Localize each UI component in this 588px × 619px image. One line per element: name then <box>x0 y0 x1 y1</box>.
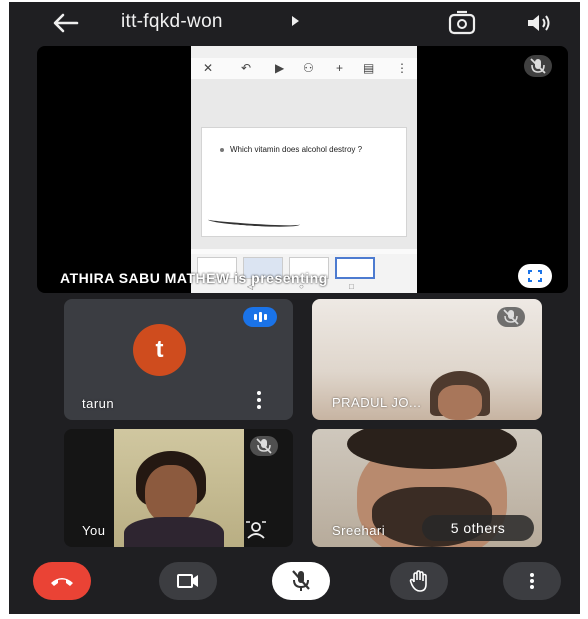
participant-name: You <box>82 523 106 538</box>
mic-off-icon <box>250 436 278 456</box>
video-icon <box>177 574 198 588</box>
speaking-indicator-icon <box>243 307 277 327</box>
self-view-tile[interactable]: You <box>64 429 293 547</box>
participant-tile[interactable]: t tarun <box>64 299 293 420</box>
background-blur-icon[interactable] <box>244 519 268 539</box>
presentation-tile[interactable]: ✕ ↶ ▶ ⚇ + ▤ ⋮ Which vitamin does alcohol… <box>37 46 568 293</box>
slide-question: Which vitamin does alcohol destroy ? <box>230 145 363 154</box>
self-video-face <box>145 465 197 523</box>
presenter-caption: ATHIRA SABU MATHEW is presenting <box>60 270 328 286</box>
fullscreen-icon[interactable] <box>518 264 552 288</box>
raise-hand-button[interactable] <box>390 562 448 600</box>
meet-call-screen: itt-fqkd-won ✕ ↶ ▶ ⚇ + ▤ ⋮ Which vitamin… <box>9 2 580 614</box>
comment-icon: ▤ <box>363 61 375 75</box>
more-options-button[interactable] <box>503 562 561 600</box>
more-vert-icon: ⋮ <box>396 61 408 75</box>
shared-screen: ✕ ↶ ▶ ⚇ + ▤ ⋮ Which vitamin does alcohol… <box>191 46 417 293</box>
hand-icon <box>409 570 427 592</box>
close-icon: ✕ <box>203 61 214 75</box>
participant-name: PRADUL JO... <box>332 395 422 410</box>
shared-app-toolbar: ✕ ↶ ▶ ⚇ + ▤ ⋮ <box>191 59 417 79</box>
participant-face <box>438 385 482 420</box>
others-count-badge[interactable]: 5 others <box>422 515 534 541</box>
mic-off-icon <box>292 570 310 591</box>
person-add-icon: ⚇ <box>303 61 314 75</box>
speaker-icon[interactable] <box>525 11 553 35</box>
shared-slide: Which vitamin does alcohol destroy ? <box>201 127 407 237</box>
nav-recents-icon: □ <box>349 282 354 291</box>
call-controls <box>9 556 580 614</box>
participant-tile[interactable]: PRADUL JO... <box>312 299 542 420</box>
play-icon: ▶ <box>275 61 285 75</box>
arrow-left-icon[interactable] <box>49 10 81 36</box>
camera-toggle-button[interactable] <box>159 562 217 600</box>
slide-bullet <box>220 148 224 152</box>
mic-off-icon <box>524 55 552 77</box>
mic-toggle-button[interactable] <box>272 562 330 600</box>
participant-tile[interactable]: Sreehari 5 others <box>312 429 542 547</box>
camera-switch-icon[interactable] <box>448 10 476 36</box>
top-bar: itt-fqkd-won <box>9 2 580 44</box>
more-vert-icon[interactable] <box>256 391 262 409</box>
slide-canvas: Which vitamin does alcohol destroy ? <box>191 79 417 249</box>
self-camera-feed <box>114 429 244 547</box>
participant-name: Sreehari <box>332 523 386 538</box>
avatar: t <box>133 324 186 376</box>
more-vert-icon <box>530 573 534 589</box>
slide-thumbnail <box>335 257 375 279</box>
meeting-details-caret-icon[interactable] <box>292 16 299 26</box>
end-call-button[interactable] <box>33 562 91 600</box>
shared-status-bar <box>191 46 417 58</box>
end-call-icon <box>51 578 73 586</box>
slide-decoration <box>207 214 301 230</box>
participant-name: tarun <box>82 396 115 411</box>
undo-icon: ↶ <box>241 61 252 75</box>
self-video-body <box>124 517 224 547</box>
mic-off-icon <box>497 307 525 327</box>
plus-icon: + <box>336 61 344 75</box>
meeting-code[interactable]: itt-fqkd-won <box>121 11 223 33</box>
